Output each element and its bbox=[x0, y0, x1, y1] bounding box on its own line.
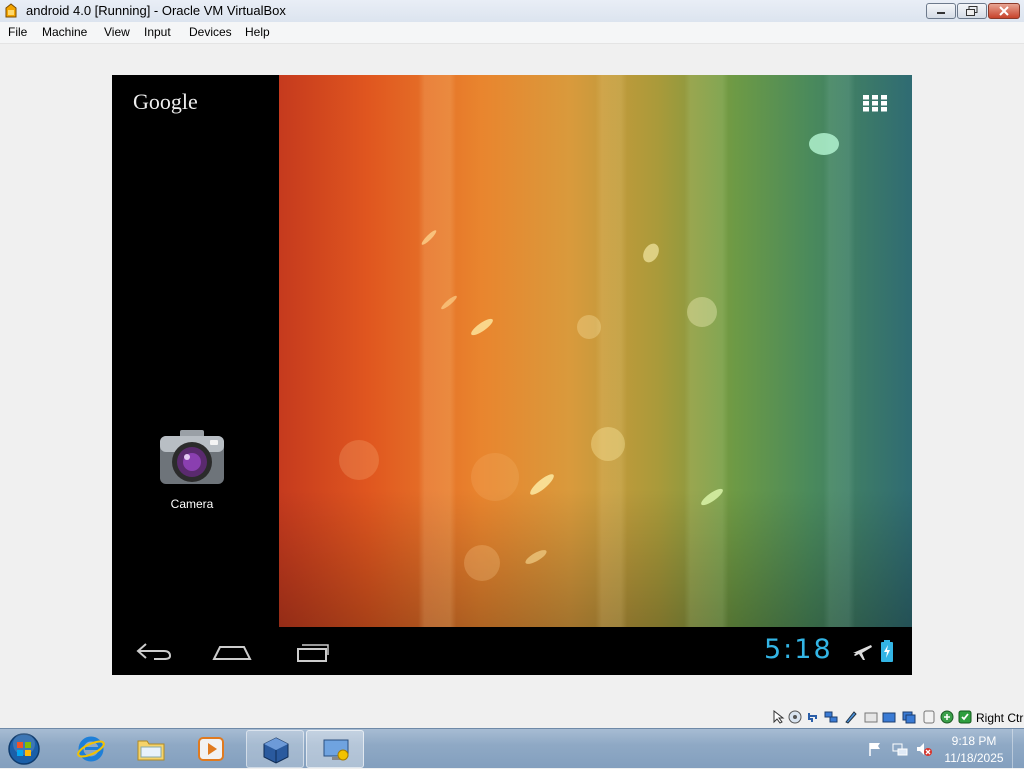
cpu-icon[interactable] bbox=[922, 710, 936, 724]
windows-taskbar: 9:18 PM 11/18/2025 bbox=[0, 728, 1024, 769]
close-icon bbox=[989, 4, 1019, 18]
usb-icon[interactable] bbox=[806, 710, 820, 724]
home-icon[interactable] bbox=[212, 639, 252, 663]
bokeh-light bbox=[420, 228, 438, 247]
back-icon[interactable] bbox=[134, 639, 174, 663]
volume-muted-icon[interactable] bbox=[916, 741, 932, 757]
internet-explorer-icon bbox=[77, 736, 105, 762]
hard-disk-icon[interactable] bbox=[902, 710, 916, 724]
vbox-status-bar: Right Ctrl bbox=[766, 707, 1024, 728]
mouse-integration-icon[interactable] bbox=[772, 710, 786, 724]
video-capture-icon[interactable] bbox=[882, 710, 896, 724]
bokeh-light bbox=[471, 453, 519, 501]
battery-charging-icon bbox=[881, 640, 893, 662]
display-icon[interactable] bbox=[864, 710, 878, 724]
status-clock: 5:18 bbox=[764, 634, 833, 665]
seamless-icon[interactable] bbox=[958, 710, 972, 724]
camera-icon[interactable] bbox=[156, 426, 228, 490]
clock-date[interactable]: 11/18/2025 bbox=[940, 751, 1008, 765]
windows-explorer-icon bbox=[137, 740, 165, 761]
bokeh-light bbox=[464, 545, 500, 581]
minimize-icon bbox=[927, 4, 955, 18]
menu-bar: File Machine View Input Devices Help bbox=[0, 22, 1024, 44]
menu-input[interactable]: Input bbox=[144, 25, 171, 39]
media-player-icon bbox=[198, 737, 224, 761]
start-button[interactable] bbox=[5, 732, 43, 766]
menu-view[interactable]: View bbox=[104, 25, 130, 39]
network-icon[interactable] bbox=[892, 741, 908, 757]
bokeh-light bbox=[639, 240, 663, 266]
close-button[interactable] bbox=[988, 3, 1020, 19]
keyboard-capture-icon[interactable] bbox=[940, 710, 954, 724]
camera-label[interactable]: Camera bbox=[142, 497, 242, 511]
bokeh-light bbox=[439, 294, 459, 311]
virtualbox-app-icon[interactable] bbox=[4, 3, 18, 18]
host-key-label: Right Ctrl bbox=[976, 711, 1024, 725]
airplane-mode-icon bbox=[853, 645, 872, 660]
vm-window-icon bbox=[323, 739, 349, 761]
home-left-panel: Google Camera bbox=[112, 75, 279, 627]
menu-help[interactable]: Help bbox=[245, 25, 270, 39]
taskbar-internet-explorer[interactable] bbox=[62, 730, 120, 768]
taskbar-media-player[interactable] bbox=[182, 730, 240, 768]
action-center-flag-icon[interactable] bbox=[867, 741, 883, 757]
clock-time[interactable]: 9:18 PM bbox=[944, 734, 1004, 748]
maximize-button[interactable] bbox=[957, 3, 987, 19]
minimize-button[interactable] bbox=[926, 3, 956, 19]
bokeh-light bbox=[591, 427, 625, 461]
recent-apps-icon[interactable] bbox=[292, 639, 332, 663]
taskbar-windows-explorer[interactable] bbox=[122, 730, 180, 768]
menu-machine[interactable]: Machine bbox=[42, 25, 87, 39]
bokeh-light bbox=[527, 471, 557, 498]
bokeh-light bbox=[687, 297, 717, 327]
android-navigation-bar: 5:18 bbox=[112, 627, 912, 675]
network-icon[interactable] bbox=[824, 710, 838, 724]
all-apps-grid-icon[interactable] bbox=[863, 95, 889, 112]
menu-file[interactable]: File bbox=[8, 25, 27, 39]
virtualbox-icon bbox=[263, 737, 289, 764]
taskbar-virtualbox-manager[interactable] bbox=[246, 730, 304, 768]
bokeh-light bbox=[523, 547, 549, 567]
restore-icon bbox=[958, 4, 986, 18]
bokeh-light bbox=[809, 133, 839, 155]
window-title: android 4.0 [Running] - Oracle VM Virtua… bbox=[26, 3, 286, 18]
google-search-logo[interactable]: Google bbox=[133, 89, 198, 115]
vm-display[interactable]: Google Camera 5:18 bbox=[112, 75, 912, 675]
optical-drive-icon[interactable] bbox=[788, 710, 802, 724]
taskbar-vm-window[interactable] bbox=[306, 730, 364, 768]
bokeh-light bbox=[577, 315, 601, 339]
android-wallpaper bbox=[279, 75, 912, 627]
bokeh-light bbox=[469, 316, 495, 338]
show-desktop-button[interactable] bbox=[1012, 729, 1024, 769]
title-bar: android 4.0 [Running] - Oracle VM Virtua… bbox=[0, 0, 1024, 22]
shared-folders-icon[interactable] bbox=[844, 710, 858, 724]
menu-devices[interactable]: Devices bbox=[189, 25, 232, 39]
bokeh-light bbox=[339, 440, 379, 480]
bokeh-light bbox=[699, 486, 725, 508]
